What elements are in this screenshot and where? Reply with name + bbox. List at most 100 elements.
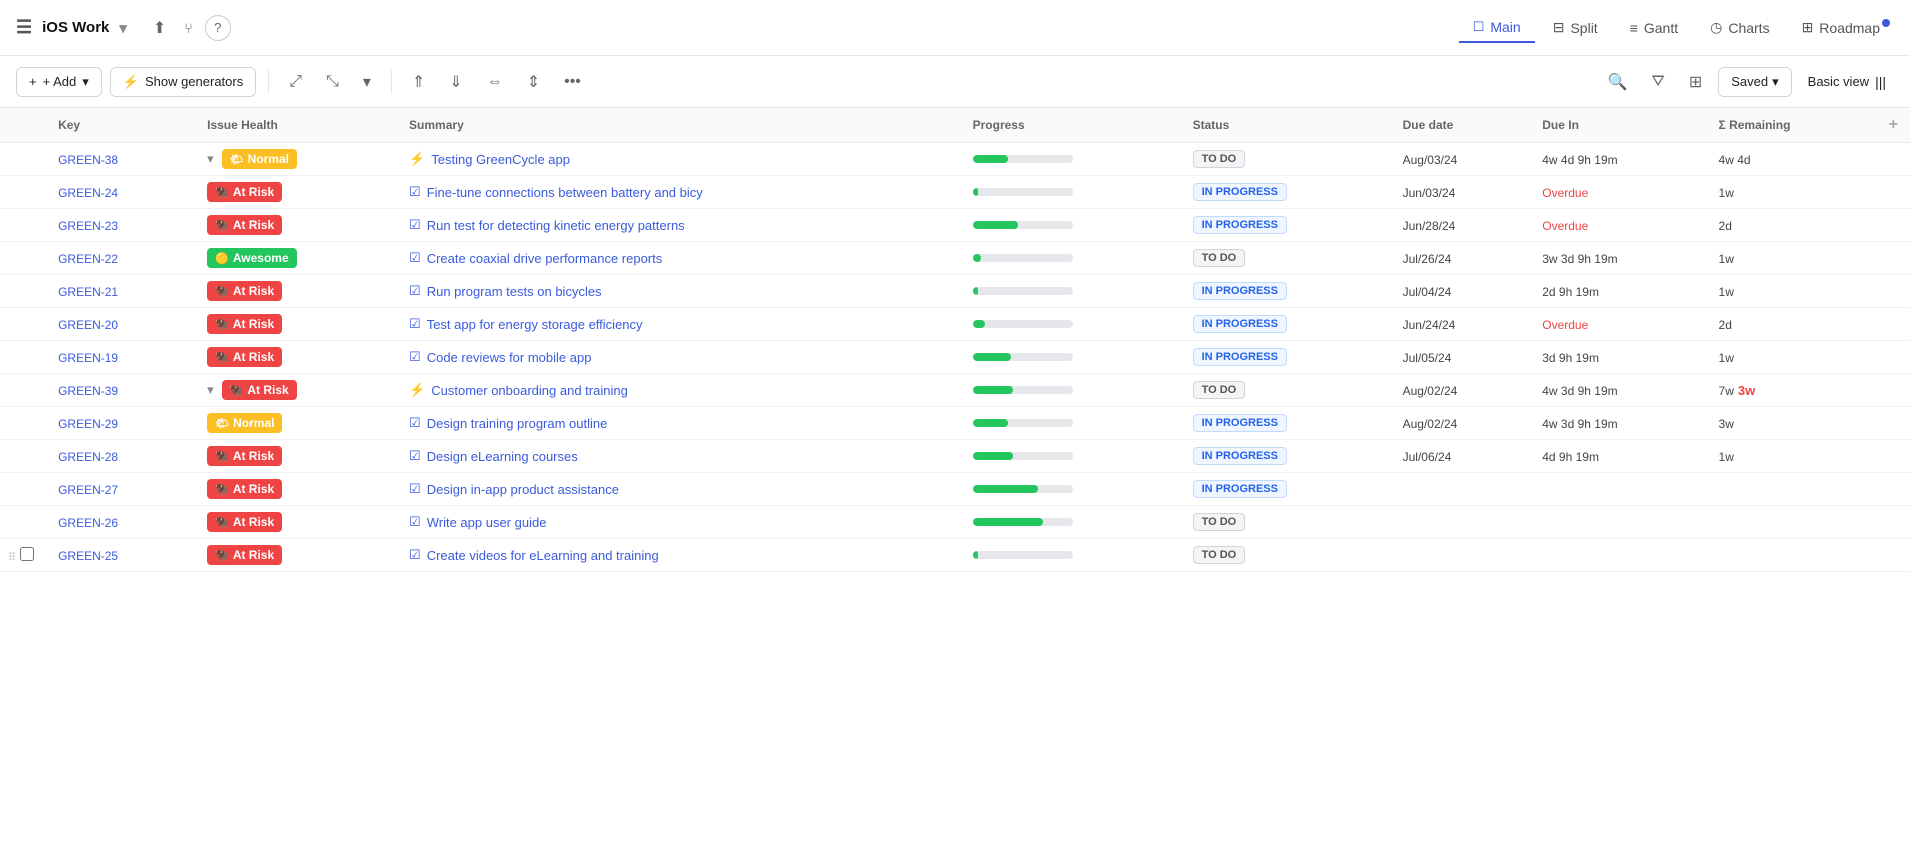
summary-text[interactable]: Test app for energy storage efficiency: [427, 317, 643, 332]
row-stretch-button[interactable]: ⇕: [519, 66, 548, 98]
upload-button[interactable]: ⬆: [147, 12, 172, 44]
group-button[interactable]: ⊞: [1681, 66, 1710, 98]
show-generators-button[interactable]: ⚡ Show generators: [110, 67, 256, 97]
status-badge: IN PROGRESS: [1193, 447, 1287, 465]
basic-view-button[interactable]: Basic view |||: [1800, 68, 1894, 96]
add-button[interactable]: + + Add ▾: [16, 67, 102, 97]
issue-key[interactable]: GREEN-29: [58, 417, 118, 431]
issue-key[interactable]: GREEN-23: [58, 219, 118, 233]
add-label: + Add: [43, 74, 77, 89]
col-issue-health[interactable]: Issue Health: [195, 108, 397, 143]
due-in: 2d 9h 19m: [1542, 285, 1599, 299]
issue-key[interactable]: GREEN-26: [58, 516, 118, 530]
due-in: 4w 4d 9h 19m: [1542, 153, 1617, 167]
remaining: 7w: [1719, 384, 1734, 398]
summary-text[interactable]: Code reviews for mobile app: [427, 350, 592, 365]
row-fit-button[interactable]: ⇔: [479, 67, 511, 97]
summary-text[interactable]: Design training program outline: [427, 416, 608, 431]
col-summary[interactable]: Summary: [397, 108, 961, 143]
health-icon: 🦬: [215, 186, 229, 199]
col-progress[interactable]: Progress: [961, 108, 1181, 143]
collapse-chevron[interactable]: ▾: [355, 66, 379, 98]
collapse-button[interactable]: ⤡: [318, 67, 347, 97]
check-icon: ☑: [409, 217, 421, 233]
issue-key[interactable]: GREEN-39: [58, 384, 118, 398]
summary-text[interactable]: Run test for detecting kinetic energy pa…: [427, 218, 685, 233]
issue-key[interactable]: GREEN-19: [58, 351, 118, 365]
progress-fill: [973, 155, 1008, 163]
summary-text[interactable]: Run program tests on bicycles: [427, 284, 602, 299]
title-chevron[interactable]: ▾: [119, 19, 127, 37]
summary-text[interactable]: Design in-app product assistance: [427, 482, 619, 497]
health-badge: 🦬At Risk: [207, 314, 282, 334]
table-row: GREEN-24🦬At Risk☑Fine-tune connections b…: [0, 176, 1910, 209]
issue-key[interactable]: GREEN-22: [58, 252, 118, 266]
col-remaining[interactable]: Σ Remaining: [1707, 108, 1877, 143]
remaining: 1w: [1719, 351, 1734, 365]
toolbar-divider-1: [268, 70, 269, 94]
issue-key[interactable]: GREEN-21: [58, 285, 118, 299]
col-due-date[interactable]: Due date: [1391, 108, 1531, 143]
col-key[interactable]: Key: [46, 108, 195, 143]
share-button[interactable]: ⑂: [178, 14, 198, 42]
split-icon: ⊟: [1553, 19, 1565, 36]
summary-cell: ☑ Run test for detecting kinetic energy p…: [409, 217, 949, 233]
issue-key[interactable]: GREEN-25: [58, 549, 118, 563]
col-due-in[interactable]: Due In: [1530, 108, 1706, 143]
more-button[interactable]: •••: [556, 67, 589, 97]
search-button[interactable]: 🔍: [1599, 66, 1635, 98]
columns-icon: |||: [1875, 74, 1886, 90]
check-icon: ☑: [409, 250, 421, 266]
issue-key[interactable]: GREEN-20: [58, 318, 118, 332]
remaining-extra: 3w: [1738, 383, 1755, 398]
help-button[interactable]: ?: [205, 15, 231, 41]
row-checkbox[interactable]: [20, 547, 34, 561]
progress-bar: [973, 419, 1073, 427]
summary-text[interactable]: Write app user guide: [427, 515, 547, 530]
toolbar-divider-2: [391, 70, 392, 94]
row-height-down-button[interactable]: ⇓: [441, 66, 470, 98]
row-expander[interactable]: ▾: [207, 151, 214, 167]
summary-text[interactable]: Create videos for eLearning and training: [427, 548, 659, 563]
table-row: GREEN-23🦬At Risk☑Run test for detecting …: [0, 209, 1910, 242]
row-expander[interactable]: ▾: [207, 382, 214, 398]
summary-cell: ☑Write app user guide: [409, 514, 949, 530]
table-row: GREEN-38▾🌤Normal⚡Testing GreenCycle appT…: [0, 143, 1910, 176]
nav-split[interactable]: ⊟ Split: [1539, 13, 1612, 42]
table-row: GREEN-22🟡Awesome☑Create coaxial drive pe…: [0, 242, 1910, 275]
issue-key[interactable]: GREEN-24: [58, 186, 118, 200]
status-badge: IN PROGRESS: [1193, 282, 1287, 300]
nav-roadmap[interactable]: ⊞ Roadmap: [1788, 13, 1894, 42]
progress-bar: [973, 221, 1073, 229]
summary-text[interactable]: Design eLearning courses: [427, 449, 578, 464]
health-icon: 🟡: [215, 252, 229, 265]
nav-charts[interactable]: ◷ Charts: [1696, 13, 1783, 42]
menu-icon: ☰: [16, 17, 32, 38]
summary-cell: ☑Test app for energy storage efficiency: [409, 316, 949, 332]
col-status[interactable]: Status: [1181, 108, 1391, 143]
saved-chevron: ▾: [1772, 74, 1779, 90]
summary-text[interactable]: Create coaxial drive performance reports: [427, 251, 663, 266]
issue-key[interactable]: GREEN-27: [58, 483, 118, 497]
health-icon: 🦬: [215, 549, 229, 562]
drag-handle: ⠿: [8, 552, 16, 564]
status-badge: TO DO: [1193, 513, 1246, 531]
nav-main[interactable]: ☐ Main: [1459, 13, 1535, 43]
generators-label: Show generators: [145, 74, 243, 89]
table-row: GREEN-28🦬At Risk☑Design eLearning course…: [0, 440, 1910, 473]
issue-key[interactable]: GREEN-38: [58, 153, 118, 167]
nav-gantt[interactable]: ≡ Gantt: [1616, 14, 1692, 42]
saved-button[interactable]: Saved ▾: [1718, 67, 1791, 97]
summary-text[interactable]: Fine-tune connections between battery an…: [427, 185, 703, 200]
col-add[interactable]: +: [1877, 108, 1910, 143]
issue-key[interactable]: GREEN-28: [58, 450, 118, 464]
summary-text[interactable]: Testing GreenCycle app: [431, 152, 570, 167]
check-icon: ☑: [409, 184, 421, 200]
status-badge: IN PROGRESS: [1193, 480, 1287, 498]
progress-bar: [973, 155, 1073, 163]
summary-text[interactable]: Customer onboarding and training: [431, 383, 628, 398]
row-height-up-button[interactable]: ⇑: [404, 66, 433, 98]
filter-button[interactable]: ⛛: [1643, 67, 1672, 97]
roadmap-icon: ⊞: [1802, 19, 1814, 36]
expand-button[interactable]: ⤢: [281, 67, 310, 97]
